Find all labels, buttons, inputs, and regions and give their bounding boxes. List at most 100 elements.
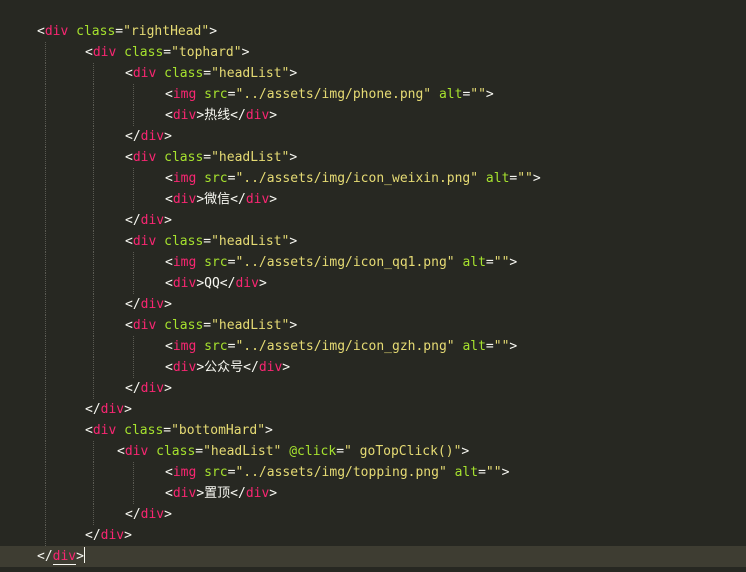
token-attr: class bbox=[164, 234, 204, 249]
code-text: <div class="headList" @click=" goTopClic… bbox=[117, 441, 469, 462]
token-attr: alt bbox=[454, 465, 479, 480]
code-line[interactable]: <div>QQ</div> bbox=[0, 273, 746, 294]
token-punct: > bbox=[265, 423, 273, 438]
token-punct: > bbox=[289, 150, 298, 165]
indent-guide bbox=[45, 462, 46, 483]
code-line[interactable]: </div> bbox=[0, 546, 746, 567]
indent-guide bbox=[93, 462, 94, 483]
code-editor[interactable]: <div class="rightHead"> <div class="topha… bbox=[0, 0, 746, 572]
indent-guide bbox=[133, 189, 134, 210]
code-line[interactable]: <img src = "../assets/img/topping.png" alt… bbox=[0, 462, 746, 483]
code-line[interactable]: <div class="headList" @click=" goTopClic… bbox=[0, 441, 746, 462]
code-text: <div class="tophard"> bbox=[85, 42, 249, 63]
token-str: "../assets/img/topping.png" bbox=[235, 465, 447, 480]
code-line[interactable]: <div class="headList"> bbox=[0, 231, 746, 252]
code-line[interactable]: <img src="../assets/img/icon_weixin.png"… bbox=[0, 168, 746, 189]
token-punct: > bbox=[164, 507, 172, 522]
code-line[interactable]: <div class="headList"> bbox=[0, 147, 746, 168]
token-tag: div bbox=[92, 45, 117, 60]
code-text: <div>置顶</div> bbox=[165, 483, 277, 504]
indent-guide bbox=[45, 252, 46, 273]
token-punct: < bbox=[165, 465, 173, 480]
code-line[interactable]: <div class="headList"> bbox=[0, 63, 746, 84]
code-line[interactable]: </div> bbox=[0, 294, 746, 315]
indent-guide bbox=[93, 378, 94, 399]
token-str: "" bbox=[493, 255, 510, 270]
token-punct: < bbox=[125, 234, 133, 249]
code-line[interactable]: <div class="rightHead"> bbox=[0, 21, 746, 42]
code-line[interactable]: <div>公众号</div> bbox=[0, 357, 746, 378]
code-line[interactable]: <div class="headList"> bbox=[0, 315, 746, 336]
token-punct: > bbox=[269, 108, 278, 123]
token-punct: < bbox=[125, 318, 133, 333]
token-punct: > bbox=[269, 192, 278, 207]
indent-guide bbox=[93, 504, 94, 525]
token-punct bbox=[196, 339, 204, 354]
code-text: <div class="rightHead"> bbox=[37, 21, 217, 42]
token-attr: @click bbox=[289, 444, 337, 459]
token-tag: img bbox=[172, 339, 197, 354]
code-line[interactable]: <div>置顶</div> bbox=[0, 483, 746, 504]
token-tag: div bbox=[140, 213, 165, 228]
token-tag: div bbox=[235, 276, 259, 291]
code-line[interactable]: </div> bbox=[0, 504, 746, 525]
code-line[interactable]: </div> bbox=[0, 399, 746, 420]
code-line[interactable]: <img src = "../assets/img/icon_qq1.png" al… bbox=[0, 252, 746, 273]
token-punct: > bbox=[124, 402, 132, 417]
indent-guide bbox=[133, 336, 134, 357]
code-text: <div>微信</div> bbox=[165, 189, 277, 210]
code-line[interactable]: <img src = "../assets/img/icon_gzh.png" al… bbox=[0, 336, 746, 357]
token-tag: div bbox=[132, 66, 157, 81]
token-punct: > bbox=[196, 486, 205, 501]
code-line[interactable]: </div> bbox=[0, 126, 746, 147]
token-attr: src bbox=[204, 171, 228, 186]
indent-guide bbox=[93, 168, 94, 189]
indent-guide bbox=[93, 189, 94, 210]
code-text: <div>QQ</div> bbox=[165, 273, 267, 294]
token-punct: > bbox=[196, 360, 205, 375]
code-line[interactable]: <div class="tophard"> bbox=[0, 42, 746, 63]
indent-guide bbox=[133, 84, 134, 105]
token-tag: div bbox=[258, 360, 283, 375]
token-tag: div bbox=[172, 192, 197, 207]
token-punct: > bbox=[124, 528, 132, 543]
code-line[interactable]: <div>微信</div> bbox=[0, 189, 746, 210]
token-punct bbox=[156, 234, 164, 249]
token-punct: < bbox=[117, 444, 125, 459]
token-punct: < bbox=[165, 339, 173, 354]
indent-guide bbox=[45, 357, 46, 378]
token-punct: > bbox=[241, 45, 250, 60]
code-line[interactable]: <div class="bottomHard"> bbox=[0, 420, 746, 441]
code-text: <div class="headList"> bbox=[125, 315, 297, 336]
token-attr: alt bbox=[462, 339, 486, 354]
indent-marker bbox=[0, 546, 36, 567]
token-punct bbox=[156, 318, 164, 333]
indent-guide bbox=[45, 294, 46, 315]
token-punct: = bbox=[195, 444, 204, 459]
indent-guide bbox=[45, 504, 46, 525]
code-text: </div> bbox=[125, 378, 172, 399]
token-str: "bottomHard" bbox=[171, 423, 266, 438]
code-line[interactable]: <div>热线</div> bbox=[0, 105, 746, 126]
token-punct: > bbox=[196, 108, 205, 123]
code-line[interactable]: </div> bbox=[0, 378, 746, 399]
token-attr: class bbox=[164, 150, 204, 165]
token-text: 公众号 bbox=[204, 360, 244, 375]
token-punct bbox=[447, 465, 455, 480]
code-line[interactable]: </div> bbox=[0, 525, 746, 546]
indent-guide bbox=[93, 126, 94, 147]
code-line[interactable]: </div> bbox=[0, 210, 746, 231]
code-text: </div> bbox=[125, 504, 172, 525]
token-tag: div bbox=[245, 108, 270, 123]
indent-guide bbox=[45, 315, 46, 336]
token-str: "" bbox=[493, 339, 510, 354]
indent-guide bbox=[93, 84, 94, 105]
token-attr: class bbox=[76, 24, 116, 39]
text-cursor bbox=[83, 547, 85, 563]
code-line[interactable]: <img src="../assets/img/phone.png" alt="… bbox=[0, 84, 746, 105]
token-punct: > bbox=[164, 213, 172, 228]
token-punct: > bbox=[196, 192, 205, 207]
token-str: "headList" bbox=[211, 234, 290, 249]
indent-guide bbox=[45, 273, 46, 294]
token-str: "rightHead" bbox=[123, 24, 210, 39]
